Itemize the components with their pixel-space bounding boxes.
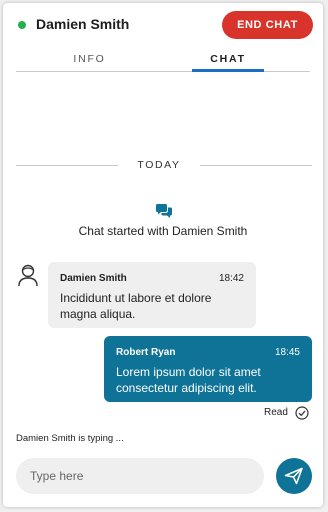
send-button[interactable] [276, 458, 312, 494]
chat-bubbles-icon [155, 203, 173, 219]
check-circle-icon [295, 406, 309, 420]
read-receipt-label: Read [264, 407, 288, 418]
tab-info[interactable]: INFO [16, 53, 163, 71]
message-input[interactable] [16, 458, 264, 494]
tab-bar: INFO CHAT [16, 53, 310, 72]
message-text: Lorem ipsum dolor sit amet consectetur a… [116, 365, 261, 395]
user-avatar-icon [17, 263, 39, 287]
divider-line-left [16, 165, 118, 166]
active-tab-indicator [192, 69, 264, 72]
date-divider-label: TODAY [137, 159, 181, 171]
online-status-dot [18, 21, 26, 29]
incoming-message-bubble: Damien Smith 18:42 Incididunt ut labore … [48, 262, 256, 328]
send-icon [284, 467, 303, 485]
chat-started-message: Chat started with Damien Smith [78, 224, 248, 238]
message-sender: Damien Smith [60, 273, 127, 284]
typing-indicator: Damien Smith is typing ... [16, 433, 124, 444]
date-divider: TODAY [16, 159, 312, 173]
message-text: Incididunt ut labore et dolore magna ali… [60, 291, 212, 321]
chat-header: Damien Smith END CHAT [3, 3, 323, 47]
contact-name: Damien Smith [36, 16, 130, 32]
message-time: 18:42 [218, 273, 244, 284]
outgoing-message-bubble: Robert Ryan 18:45 Lorem ipsum dolor sit … [104, 336, 312, 402]
read-receipt: Read [261, 406, 311, 420]
message-sender: Robert Ryan [116, 347, 176, 358]
end-chat-button[interactable]: END CHAT [222, 11, 313, 39]
chat-panel: Damien Smith END CHAT INFO CHAT TODAY Ch… [3, 3, 323, 507]
divider-line-right [200, 165, 312, 166]
message-time: 18:45 [274, 347, 300, 358]
